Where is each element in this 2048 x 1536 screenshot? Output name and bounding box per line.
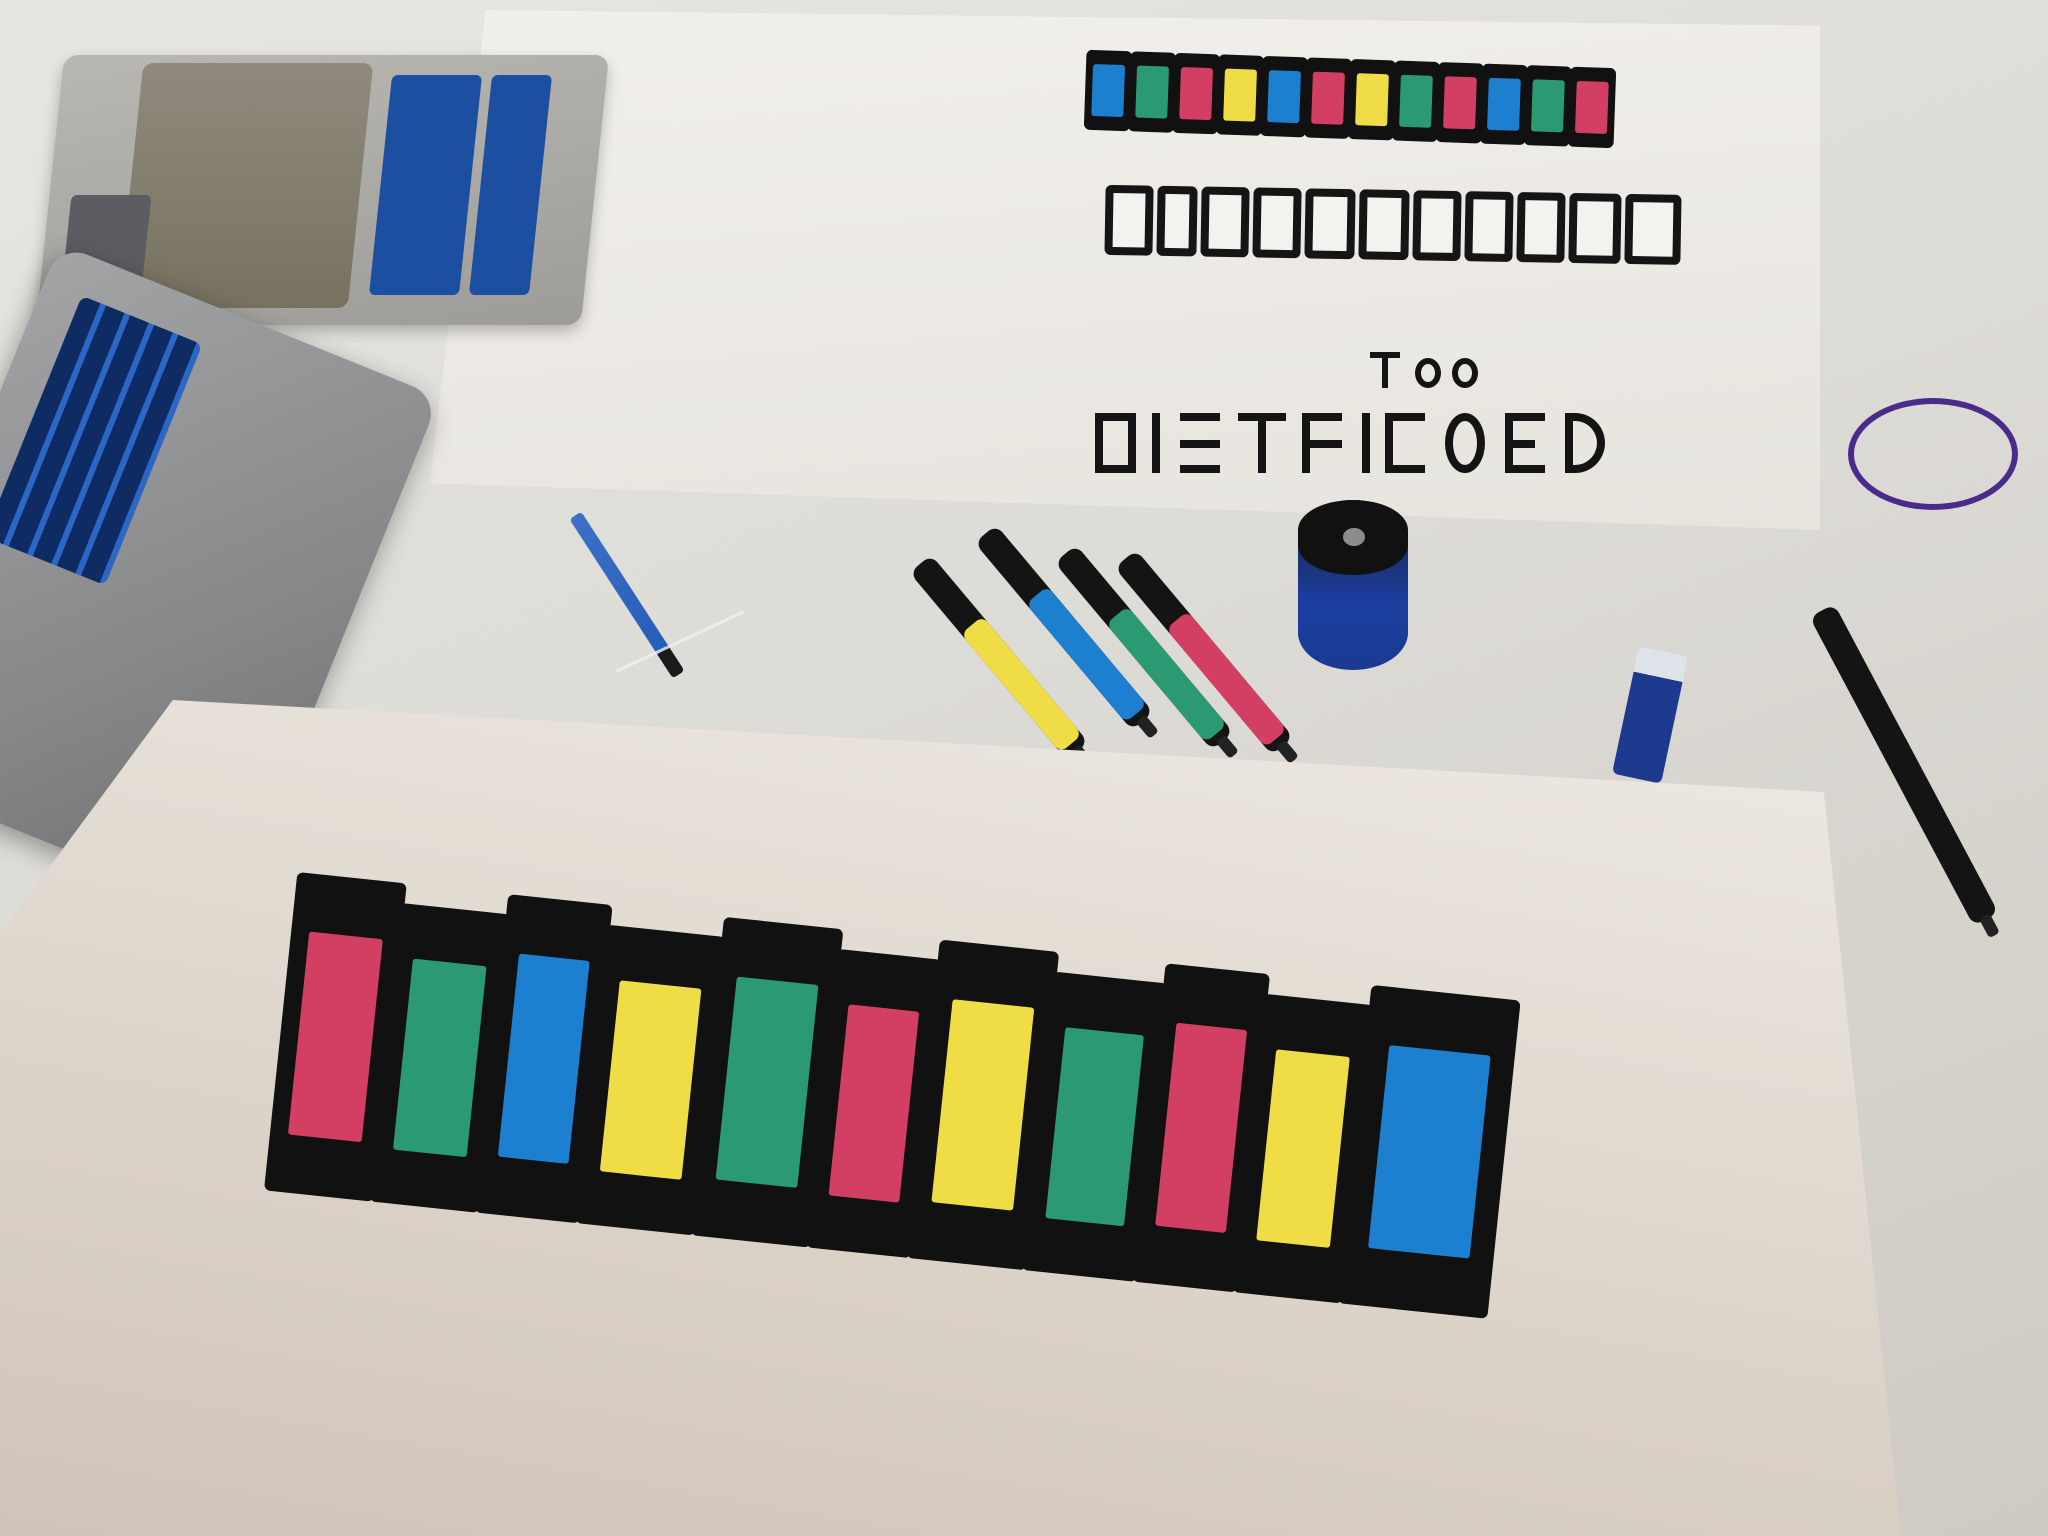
sketch-stroke	[1180, 413, 1220, 421]
marker-tip	[1978, 913, 2000, 939]
graffiti-letter-fill	[497, 953, 590, 1165]
sketch-stroke	[1505, 413, 1545, 421]
sketch-stroke	[1095, 465, 1135, 473]
eraser	[1612, 646, 1688, 784]
sketch-stroke	[1445, 413, 1485, 473]
small-graffiti-letter	[1567, 66, 1617, 149]
small-graffiti-letter	[1303, 57, 1353, 139]
outline-letter	[1412, 190, 1462, 262]
loose-pencil	[569, 511, 685, 679]
black-fineliner	[1809, 603, 2000, 939]
outline-letter	[1516, 192, 1566, 263]
sketch-stroke	[1385, 413, 1393, 473]
graffiti-letter-fill	[1045, 1027, 1144, 1227]
graffiti-letter-fill	[1367, 1044, 1491, 1260]
outline-graffiti-sketch	[1104, 184, 1695, 265]
small-graffiti-letter	[1479, 63, 1529, 146]
outline-letter	[1568, 192, 1622, 264]
small-graffiti-letter	[1259, 55, 1309, 138]
pencil-sharpener	[1298, 500, 1408, 670]
small-graffiti-letter-fill	[1223, 68, 1257, 122]
sketch-stroke	[1385, 465, 1425, 473]
outline-letter	[1156, 185, 1198, 257]
sketch-stroke	[1180, 440, 1220, 448]
small-graffiti-letter	[1127, 51, 1177, 133]
color-marker	[909, 554, 1094, 769]
small-graffiti-letter-fill	[1531, 79, 1565, 133]
small-graffiti-letter-fill	[1135, 65, 1169, 119]
small-graffiti-letter-fill	[1179, 67, 1213, 120]
graffiti-letter-fill	[392, 958, 488, 1158]
sketch-stroke	[1180, 465, 1220, 473]
tray-lid	[117, 63, 374, 308]
sketch-stroke	[1565, 413, 1605, 473]
small-graffiti-letter	[1435, 62, 1485, 144]
outline-letter	[1200, 186, 1250, 258]
sketch-stroke	[1258, 413, 1266, 473]
outline-letter	[1358, 189, 1410, 261]
small-graffiti-letter	[1347, 58, 1397, 141]
laptop-keyboard	[0, 295, 203, 586]
sketch-stroke	[1128, 413, 1136, 473]
small-graffiti-letter-fill	[1091, 64, 1125, 117]
graffiti-letter-fill	[828, 1004, 920, 1203]
small-graffiti-letter-fill	[1267, 70, 1301, 123]
small-graffiti-letter-fill	[1355, 73, 1389, 126]
outline-letter	[1252, 187, 1302, 259]
graffiti-letter-fill	[715, 976, 819, 1189]
small-graffiti-letter	[1523, 65, 1573, 147]
sketch-stroke	[1362, 413, 1370, 473]
outline-letter	[1464, 191, 1514, 262]
graffiti-letter-fill	[599, 980, 702, 1180]
sketch-stroke	[1452, 358, 1478, 388]
sketch-stroke	[1505, 440, 1535, 448]
outline-letter	[1624, 193, 1682, 265]
small-graffiti-letter-fill	[1443, 76, 1477, 129]
desk-scene	[0, 0, 2048, 1536]
sketch-stroke	[1302, 440, 1342, 448]
marker-tip	[1135, 714, 1159, 739]
graffiti-letter-fill	[1154, 1022, 1248, 1234]
small-graffiti-letter-fill	[1399, 75, 1433, 128]
marker-tip	[1275, 739, 1299, 764]
outline-letter	[1104, 184, 1154, 256]
small-graffiti-letter	[1083, 49, 1133, 132]
sketch-stroke	[1415, 358, 1441, 388]
sketch-stroke	[1152, 413, 1160, 473]
small-graffiti-letter-fill	[1487, 78, 1521, 131]
tray-blue-slot	[368, 75, 483, 295]
tray-blue-slot	[468, 75, 553, 295]
graffiti-letter-fill	[287, 931, 384, 1143]
sketch-stroke	[1302, 413, 1342, 421]
pencil-lettering-sketch	[1040, 350, 1720, 490]
graffiti-letter-fill	[1255, 1049, 1351, 1249]
rubber-band	[1848, 398, 2018, 510]
small-graffiti-letter	[1171, 52, 1221, 135]
marker-tip	[1215, 734, 1239, 759]
sketch-stroke	[1095, 413, 1103, 473]
sketch-stroke	[1382, 352, 1388, 388]
graffiti-letter-fill	[931, 998, 1035, 1212]
outline-letter	[1304, 188, 1356, 260]
sharpener-hole	[1343, 528, 1365, 546]
sketch-stroke	[1505, 465, 1545, 473]
small-graffiti-letter	[1215, 54, 1265, 136]
small-graffiti-letter-fill	[1575, 81, 1609, 134]
small-graffiti-letter-fill	[1311, 72, 1345, 125]
small-graffiti-letter	[1391, 60, 1441, 143]
graffiti-letter	[1338, 984, 1521, 1319]
